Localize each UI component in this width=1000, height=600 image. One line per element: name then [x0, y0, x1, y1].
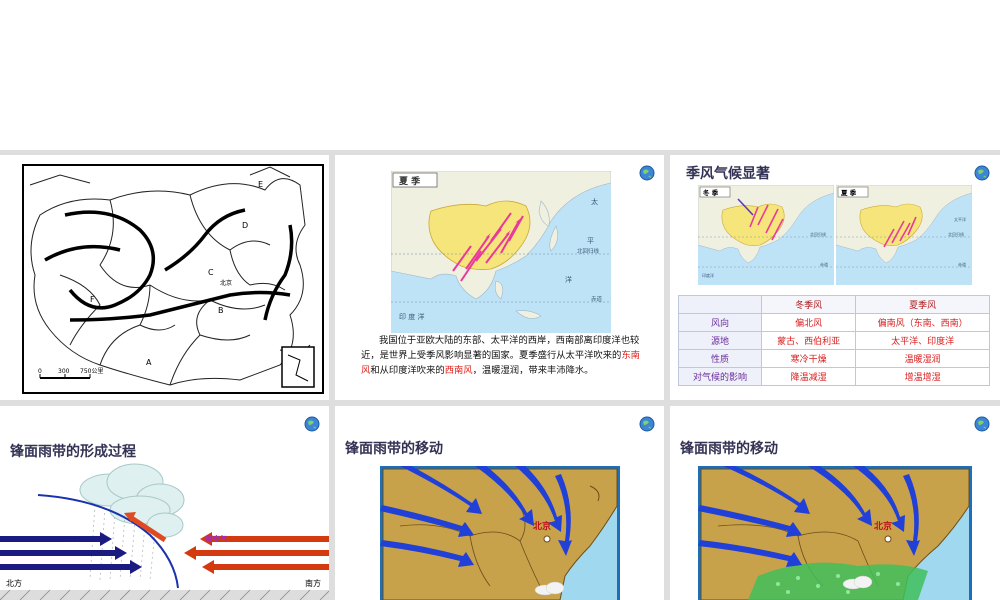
table-cell: 降温减湿 [760, 367, 857, 386]
table-cell: 偏南风（东南、西南） [855, 313, 990, 332]
summer-monsoon-map: 夏 季 太 平 洋 北回归线 赤道 印 度 洋 [391, 171, 611, 333]
winter-map-label: 冬 季 [703, 188, 719, 197]
map-label-pacific-1: 太 [591, 197, 598, 206]
text-part-3: ，温暖湿润，带来丰沛降水。 [472, 365, 594, 376]
table-cell: 风向 [678, 313, 762, 332]
table-cell: 增温增湿 [855, 367, 990, 386]
text-sw-wind: 西南风 [444, 365, 473, 376]
table-cell: 偏北风 [760, 313, 857, 332]
map-label-d: D [242, 221, 248, 230]
table-header-row: 冬季风 夏季风 [678, 295, 990, 314]
map-label-f: F [90, 295, 95, 304]
beijing-label: 北京 [533, 520, 551, 532]
map-label-beijing: 北京 [220, 279, 232, 287]
table-cell: 温暖湿润 [855, 349, 990, 368]
slide-1[interactable]: 0 300 750公里 D E C 北京 B F A [0, 155, 329, 400]
north-label: 北方 [6, 578, 22, 588]
warm-air-label: 暖空气 [206, 534, 227, 543]
winter-map-tropic: 北回归线 [810, 231, 826, 237]
table-cell: 寒冷干燥 [760, 349, 857, 368]
globe-icon [974, 416, 990, 432]
globe-icon [639, 416, 655, 432]
table-cell: 太平洋、印度洋 [855, 331, 990, 350]
south-label: 南方 [305, 578, 321, 588]
table-cell: 源地 [678, 331, 762, 350]
summer-map-tropic: 北回归线 [948, 231, 964, 237]
china-outline-map: 0 300 750公里 D E C 北京 B F A [22, 164, 324, 394]
text-part-1: 我国位于亚欧大陆的东部、太平洋的西岸，西南部离印度洋也较近，是世界上受季风影响显… [361, 335, 640, 361]
slide-3[interactable]: 季风气候显著 冬 季 北回归线 赤道 印度洋 夏 季 北回归线 赤道 太平洋 冬… [670, 155, 1000, 400]
rain-belt-map-2: 北京 [698, 466, 972, 600]
map-label-e: E [258, 180, 263, 189]
table-header-cell: 冬季风 [760, 295, 857, 314]
slide-4[interactable]: 锋面雨带的形成过程 冷空气 暖空气 北方 南方 [0, 406, 329, 600]
globe-icon [304, 416, 320, 432]
slide-title: 锋面雨带的形成过程 [10, 444, 136, 460]
text-part-2: 和从印度洋吹来的 [370, 365, 445, 376]
slide-5[interactable]: 锋面雨带的移动 北京 [335, 406, 664, 600]
monsoon-comparison-table: 冬季风 夏季风 风向 偏北风 偏南风（东南、西南） 源地 蒙古、西伯利亚 太平洋… [678, 295, 990, 386]
winter-map-indian: 印度洋 [702, 272, 714, 278]
map-label-b: B [218, 306, 224, 315]
table-header-cell [678, 295, 762, 314]
map-title-summer: 夏 季 [398, 175, 421, 187]
map-label-tropic: 北回归线 [577, 247, 600, 255]
summer-map-label: 夏 季 [841, 188, 857, 197]
table-row: 源地 蒙古、西伯利亚 太平洋、印度洋 [678, 331, 990, 350]
beijing-label: 北京 [874, 520, 892, 532]
summer-monsoon-mini-map: 夏 季 北回归线 赤道 太平洋 [836, 185, 972, 285]
table-row: 性质 寒冷干燥 温暖湿润 [678, 349, 990, 368]
slide-6[interactable]: 锋面雨带的移动 北京 [670, 406, 1000, 600]
globe-icon [974, 165, 990, 181]
slide-title: 季风气候显著 [686, 166, 770, 182]
scale-300: 300 [58, 368, 70, 375]
scale-750: 750公里 [80, 368, 103, 375]
winter-map-equator: 赤道 [820, 261, 828, 267]
map-label-c: C [208, 268, 214, 277]
slide-title: 锋面雨带的移动 [680, 441, 778, 457]
cold-air-label: 冷空气 [62, 541, 83, 550]
monsoon-description: 我国位于亚欧大陆的东部、太平洋的西岸，西南部离印度洋也较近，是世界上受季风影响显… [361, 333, 643, 378]
table-row: 风向 偏北风 偏南风（东南、西南） [678, 313, 990, 332]
map-label-pacific-3: 洋 [565, 275, 572, 284]
table-cell: 性质 [678, 349, 762, 368]
table-cell: 对气候的影响 [678, 367, 762, 386]
blank-top-area [0, 0, 1000, 150]
summer-map-equator: 赤道 [958, 261, 966, 267]
map-label-equator: 赤道 [591, 295, 603, 303]
table-header-cell: 夏季风 [855, 295, 990, 314]
globe-icon [639, 165, 655, 181]
summer-map-pacific: 太平洋 [954, 216, 966, 222]
map-label-pacific-2: 平 [587, 237, 594, 245]
front-formation-diagram: 冷空气 暖空气 北方 南方 [0, 463, 329, 600]
scale-0: 0 [38, 368, 42, 375]
map-label-indian-ocean: 印 度 洋 [399, 312, 424, 321]
winter-monsoon-map: 冬 季 北回归线 赤道 印度洋 [698, 185, 834, 285]
slide-title: 锋面雨带的移动 [345, 441, 443, 457]
table-row: 对气候的影响 降温减湿 增温增湿 [678, 367, 990, 386]
rain-belt-map-1: 北京 [380, 466, 620, 600]
slide-2[interactable]: 夏 季 太 平 洋 北回归线 赤道 印 度 洋 我国位于亚欧大陆的东部、太平洋的… [335, 155, 664, 400]
table-cell: 蒙古、西伯利亚 [760, 331, 857, 350]
map-label-a: A [146, 358, 152, 367]
